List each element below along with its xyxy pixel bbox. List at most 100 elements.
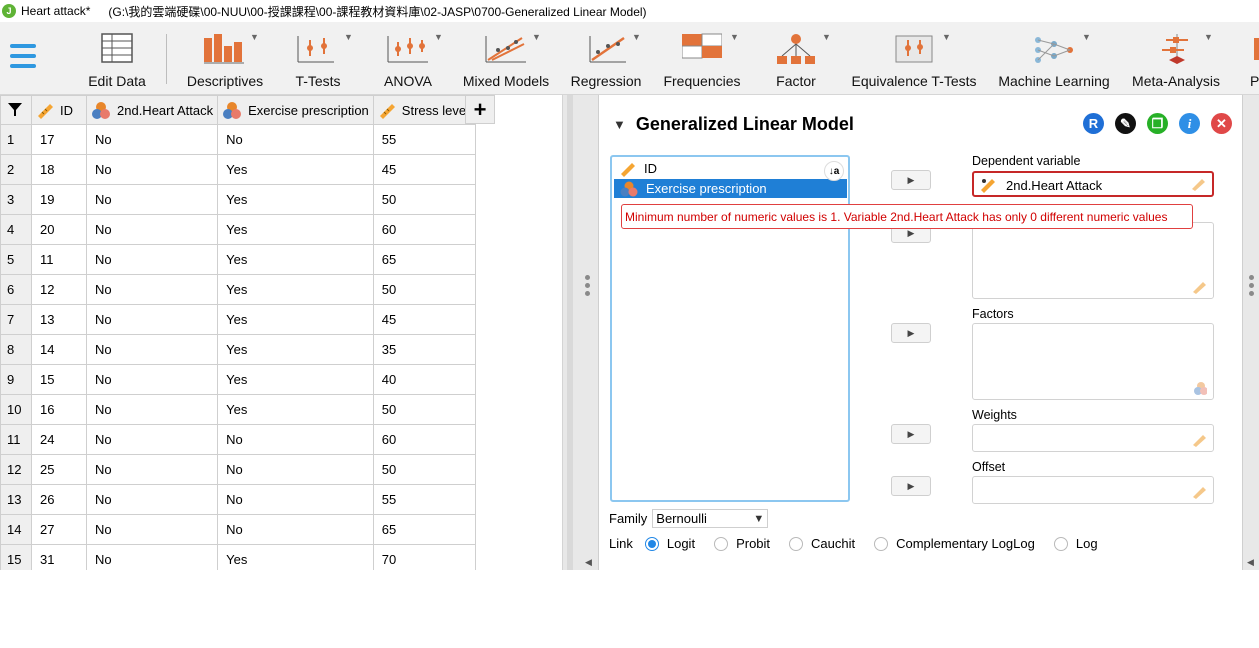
collapse-triangle-icon[interactable]: ▼ [613, 117, 626, 132]
link-radio-cloglog[interactable]: Complementary LogLog [874, 536, 1035, 551]
table-cell[interactable]: 35 [372, 334, 476, 365]
column-header-heart-attack[interactable]: 2nd.Heart Attack [85, 95, 219, 125]
drag-handle-icon[interactable] [1249, 275, 1254, 296]
ribbon-equivalence-t-tests[interactable]: ▼ Equivalence T-Tests [848, 30, 980, 92]
table-cell[interactable]: No [85, 274, 219, 305]
table-cell[interactable]: Yes [217, 364, 374, 395]
table-cell[interactable]: 24 [31, 424, 87, 455]
table-cell[interactable]: No [217, 424, 374, 455]
factors-field[interactable] [972, 323, 1214, 400]
table-cell[interactable]: 45 [372, 154, 476, 185]
table-cell[interactable]: No [217, 514, 374, 545]
ribbon-regression[interactable]: ▼ Regression [568, 30, 644, 92]
radio-icon[interactable] [789, 536, 804, 551]
ribbon-mixed-models[interactable]: ▼ Mixed Models [460, 30, 552, 92]
ribbon-descriptives[interactable]: ▼ Descriptives [184, 30, 266, 92]
ribbon-partial-item[interactable]: P [1240, 30, 1259, 92]
table-cell[interactable]: 14 [31, 334, 87, 365]
radio-icon[interactable] [874, 536, 889, 551]
table-cell[interactable]: No [85, 304, 219, 335]
table-cell[interactable]: No [85, 424, 219, 455]
move-to-weights-button[interactable]: ▶ [891, 424, 931, 444]
close-icon[interactable]: ✕ [1211, 113, 1232, 134]
table-cell[interactable]: No [217, 484, 374, 515]
table-cell[interactable]: 31 [31, 544, 87, 570]
table-cell[interactable]: No [85, 244, 219, 275]
table-cell[interactable]: No [85, 154, 219, 185]
table-cell[interactable]: 18 [31, 154, 87, 185]
radio-icon[interactable] [714, 536, 729, 551]
covariates-field[interactable] [972, 222, 1214, 299]
table-cell[interactable]: Yes [217, 334, 374, 365]
dependent-variable-field[interactable]: 2nd.Heart Attack [972, 171, 1214, 197]
results-splitter[interactable]: ◀ [1243, 95, 1259, 570]
table-cell[interactable]: 19 [31, 184, 87, 215]
table-cell[interactable]: 27 [31, 514, 87, 545]
table-cell[interactable]: 50 [372, 454, 476, 485]
table-cell[interactable]: 70 [372, 544, 476, 570]
link-radio-cauchit[interactable]: Cauchit [789, 536, 855, 551]
edit-icon[interactable]: ✎ [1115, 113, 1136, 134]
table-cell[interactable]: No [85, 184, 219, 215]
table-cell[interactable]: 15 [31, 364, 87, 395]
table-cell[interactable]: 12 [31, 274, 87, 305]
table-cell[interactable]: 25 [31, 454, 87, 485]
table-cell[interactable]: No [85, 454, 219, 485]
table-cell[interactable]: 65 [372, 514, 476, 545]
variable-item-id[interactable]: ID [614, 159, 847, 178]
ribbon-machine-learning[interactable]: ▼ Machine Learning [996, 30, 1112, 92]
table-cell[interactable]: Yes [217, 394, 374, 425]
table-cell[interactable]: No [85, 124, 219, 155]
collapse-left-icon[interactable]: ◀ [585, 557, 592, 568]
table-cell[interactable]: 17 [31, 124, 87, 155]
weights-field[interactable] [972, 424, 1214, 452]
table-cell[interactable]: No [85, 334, 219, 365]
table-cell[interactable]: No [85, 514, 219, 545]
radio-selected-icon[interactable] [644, 536, 659, 551]
panel-splitter[interactable]: ◀ [562, 95, 598, 570]
table-cell[interactable]: 13 [31, 304, 87, 335]
variable-item-exercise[interactable]: Exercise prescription [614, 179, 847, 198]
table-cell[interactable]: No [217, 124, 374, 155]
table-cell[interactable]: Yes [217, 244, 374, 275]
link-radio-logit[interactable]: Logit [644, 536, 695, 551]
radio-icon[interactable] [1053, 536, 1068, 551]
link-radio-probit[interactable]: Probit [714, 536, 770, 551]
analysis-header[interactable]: ▼ Generalized Linear Model [613, 114, 854, 135]
ribbon-anova[interactable]: ▼ ANOVA [376, 30, 443, 92]
move-to-offset-button[interactable]: ▶ [891, 476, 931, 496]
ribbon-frequencies[interactable]: ▼ Frequencies [660, 30, 744, 92]
table-cell[interactable]: Yes [217, 544, 374, 570]
table-cell[interactable]: No [217, 454, 374, 485]
table-cell[interactable]: 50 [372, 274, 476, 305]
ribbon-edit-data[interactable]: Edit Data [84, 30, 150, 92]
ribbon-factor[interactable]: ▼ Factor [766, 30, 831, 92]
link-radio-log[interactable]: Log [1053, 536, 1098, 551]
add-column-button[interactable]: + [465, 95, 495, 124]
table-cell[interactable]: No [85, 394, 219, 425]
offset-field[interactable] [972, 476, 1214, 504]
info-icon[interactable]: i [1179, 113, 1200, 134]
sort-icon[interactable]: ↓a [824, 161, 844, 181]
table-cell[interactable]: No [85, 214, 219, 245]
expand-left-icon[interactable]: ◀ [1247, 557, 1254, 568]
table-cell[interactable]: 40 [372, 364, 476, 395]
column-header-exercise[interactable]: Exercise prescription [217, 95, 374, 125]
table-cell[interactable]: Yes [217, 304, 374, 335]
table-cell[interactable]: No [85, 484, 219, 515]
filter-header[interactable] [0, 95, 32, 125]
table-cell[interactable]: Yes [217, 274, 374, 305]
table-cell[interactable]: 50 [372, 184, 476, 215]
duplicate-icon[interactable]: ❐ [1147, 113, 1168, 134]
table-cell[interactable]: 26 [31, 484, 87, 515]
column-header-id[interactable]: ID [31, 95, 87, 125]
table-cell[interactable]: 11 [31, 244, 87, 275]
table-cell[interactable]: 45 [372, 304, 476, 335]
hamburger-menu-icon[interactable] [10, 44, 36, 70]
table-cell[interactable]: 50 [372, 394, 476, 425]
table-cell[interactable]: No [85, 364, 219, 395]
table-cell[interactable]: 60 [372, 214, 476, 245]
family-select[interactable]: Bernoulli ▼ [652, 509, 769, 528]
table-cell[interactable]: Yes [217, 184, 374, 215]
move-to-factors-button[interactable]: ▶ [891, 323, 931, 343]
